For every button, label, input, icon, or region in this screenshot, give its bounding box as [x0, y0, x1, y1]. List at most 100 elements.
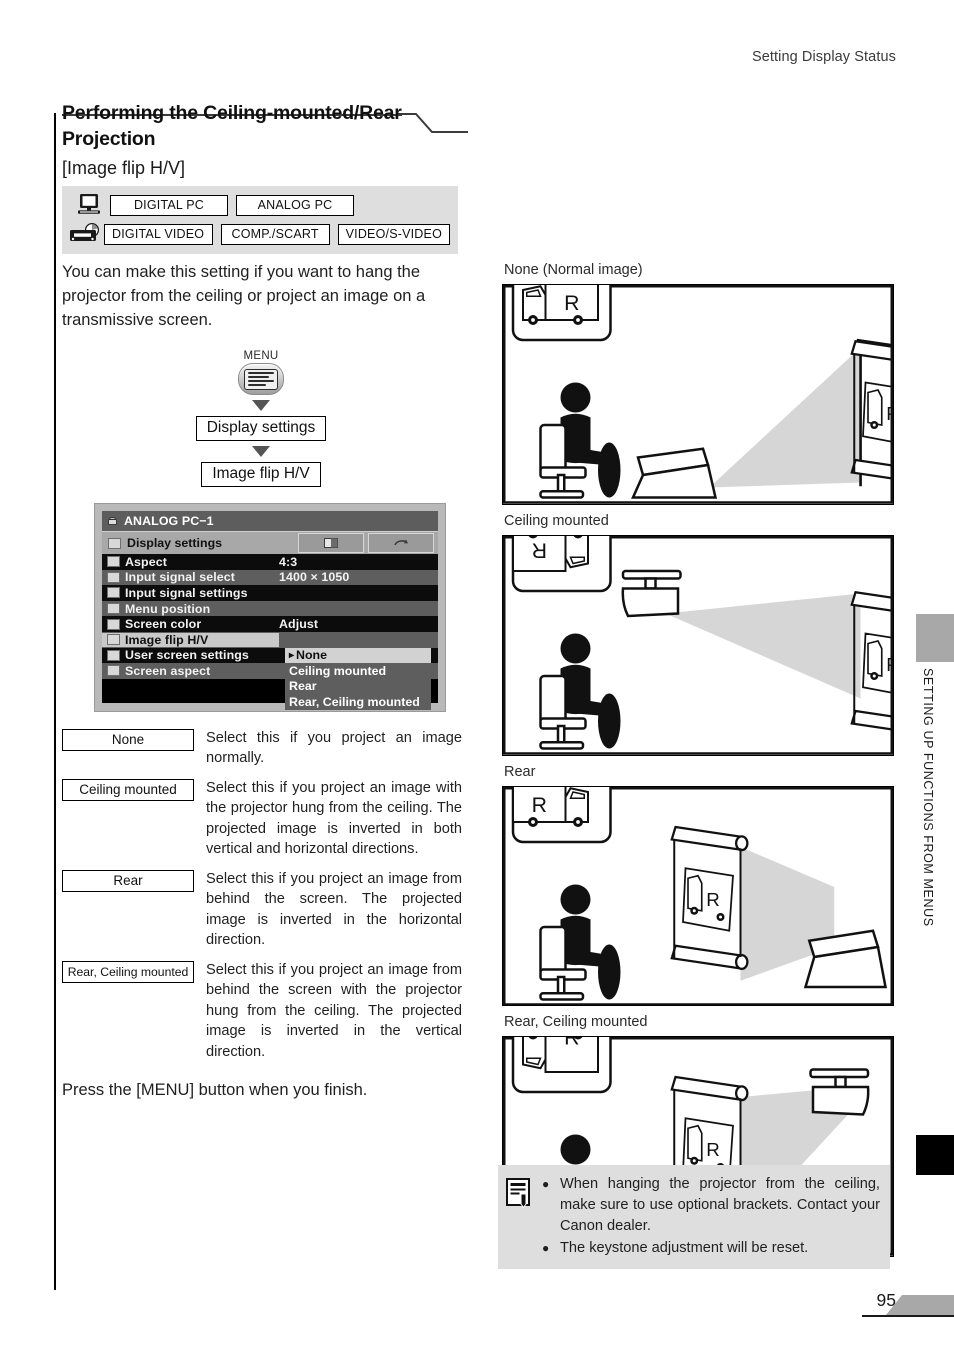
chapter-tab-label: SETTING UP FUNCTIONS FROM MENUS [921, 668, 935, 927]
osd-popup-item-label: None [296, 648, 328, 663]
source-image-thumbnail: R [511, 285, 612, 342]
osd-row-menu-position[interactable]: Menu position [102, 600, 438, 617]
thumbnail-letter: R [532, 538, 547, 562]
image-flip-icon [107, 634, 120, 646]
figure-frame: R R [502, 284, 894, 505]
left-column: Performing the Ceiling-mounted/Rear Proj… [62, 100, 462, 1102]
option-description-list: None Select this if you project an image… [62, 728, 462, 1063]
osd-screenshot: ANALOG PC−1 Display settings Aspect 4:3 … [94, 503, 446, 712]
input-badge-analog-pc: ANALOG PC [236, 194, 354, 216]
figure-illustration-rear: R R [503, 786, 893, 1006]
osd-popup-item-none[interactable]: ▸ None [285, 647, 431, 664]
osd-popup-item-label: Rear, Ceiling mounted [289, 695, 420, 710]
reset-icon [394, 539, 408, 546]
option-row-none: None Select this if you project an image… [62, 728, 462, 769]
image-adjust-icon [324, 538, 338, 548]
supported-inputs-row-video: DIGITAL VIDEO COMP./SCART VIDEO/S-VIDEO [62, 221, 458, 247]
display-settings-icon [108, 537, 121, 549]
figure-caption: Rear, Ceiling mounted [504, 1014, 648, 1031]
figure-caption: Ceiling mounted [504, 512, 609, 529]
note-list: ● When hanging the projector from the ce… [542, 1174, 880, 1259]
thumbnail-letter: R [532, 793, 547, 817]
osd-row-input-signal-select[interactable]: Input signal select 1400 × 1050 [102, 569, 438, 586]
projector-icon [108, 516, 117, 525]
figure-frame: R R [502, 534, 894, 756]
input-badge-digital-pc: DIGITAL PC [110, 194, 228, 216]
projected-image: R [862, 381, 893, 443]
osd-panel: ANALOG PC−1 Display settings Aspect 4:3 … [102, 511, 438, 710]
flow-arrow-1-icon [252, 400, 270, 411]
menu-button-label: MENU [243, 350, 279, 362]
osd-popup-item-rear-ceiling-mounted[interactable]: Rear, Ceiling mounted [285, 694, 431, 710]
input-badge-video-s-video: VIDEO/S-VIDEO [337, 223, 451, 245]
note-item-text: When hanging the projector from the ceil… [560, 1176, 880, 1234]
option-key: Rear, Ceiling mounted [62, 960, 194, 983]
note-box: ● When hanging the projector from the ce… [498, 1165, 890, 1269]
figure-rear: Rear R R [502, 764, 894, 1007]
option-text: Select this if you project an image with… [206, 779, 462, 858]
flow-arrow-2-icon [252, 446, 270, 457]
osd-tab-reset[interactable] [368, 533, 434, 553]
option-text: Select this if you project an image from… [206, 870, 462, 949]
option-row-ceiling-mounted: Ceiling mounted Select this if you proje… [62, 778, 462, 860]
thumbnail-letter: R [564, 291, 579, 315]
option-key: None [62, 728, 194, 751]
osd-row-screen-color[interactable]: Screen color Adjust [102, 616, 438, 632]
manual-page: Setting Display Status Performing the Ce… [0, 0, 954, 1352]
osd-section-label-wrap: Display settings [102, 536, 298, 550]
flow-step-display-settings: Display settings [195, 416, 327, 441]
video-deck-icon [68, 223, 104, 245]
note-memo-icon [506, 1174, 534, 1259]
supported-inputs-row-pc: DIGITAL PC ANALOG PC [62, 192, 458, 218]
menu-button-icon[interactable] [238, 363, 284, 395]
supported-inputs-strip: DIGITAL PC ANALOG PC DIGITAL VIDEO COMP.… [62, 186, 458, 254]
osd-row-value: 1400 × 1050 [279, 570, 350, 585]
osd-row-label: Aspect [125, 554, 167, 569]
page-title: Performing the Ceiling-mounted/Rear Proj… [62, 102, 402, 150]
table-projector [631, 447, 718, 499]
bullet-icon: ● [542, 1177, 550, 1191]
chapter-tab-black [916, 1135, 954, 1175]
source-image-thumbnail: R [511, 1037, 612, 1094]
note-item: ● When hanging the projector from the ce… [542, 1174, 880, 1237]
ceiling-mounted-projector [809, 1068, 870, 1117]
chapter-tab-gray [916, 614, 954, 662]
osd-popup-item-ceiling-mounted[interactable]: Ceiling mounted [285, 663, 431, 679]
osd-row-label: Menu position [125, 601, 211, 616]
figure-ceiling-mounted: Ceiling mounted R [502, 513, 894, 756]
selection-caret-icon: ▸ [289, 649, 295, 661]
osd-value-popup: ▸ None Ceiling mounted Rear Rear, Ceilin… [285, 647, 431, 710]
footer-rule [862, 1315, 954, 1317]
flow-step-image-flip: Image flip H/V [201, 462, 321, 487]
figure-none: None (Normal image) R [502, 262, 894, 505]
seated-viewer [539, 382, 621, 499]
input-badge-comp-scart: COMP./SCART [220, 223, 330, 245]
osd-row-image-flip[interactable]: Image flip H/V [102, 631, 438, 648]
option-key: Ceiling mounted [62, 778, 194, 801]
screen-aspect-icon [107, 665, 120, 677]
osd-row-label: Input signal settings [125, 585, 248, 600]
figure-illustration-none: R R [503, 285, 893, 504]
closing-instruction: Press the [MENU] button when you finish. [62, 1081, 368, 1100]
osd-tab-image-adjust[interactable] [298, 533, 364, 553]
source-image-thumbnail: R [511, 535, 612, 592]
screen-letter: R [706, 1139, 720, 1160]
osd-row-label: Screen color [125, 617, 202, 632]
source-image-thumbnail: R [511, 786, 612, 843]
osd-title-bar: ANALOG PC−1 [102, 511, 438, 531]
osd-row-aspect[interactable]: Aspect 4:3 [102, 554, 438, 570]
osd-popup-item-label: Rear [289, 679, 317, 694]
osd-section-label: Display settings [127, 536, 223, 550]
desktop-computer-icon [68, 193, 110, 217]
footer-wedge-decoration [886, 1295, 954, 1315]
seated-viewer [539, 884, 621, 1001]
osd-row-input-signal-settings[interactable]: Input signal settings [102, 585, 438, 601]
figure-caption: None (Normal image) [504, 262, 643, 278]
osd-row-label: Input signal select [125, 570, 235, 585]
figure-frame: R R [502, 785, 894, 1007]
osd-popup-item-rear[interactable]: Rear [285, 679, 431, 695]
figure-caption: Rear [504, 763, 536, 780]
ceiling-mounted-projector [621, 569, 682, 618]
note-item: ● The keystone adjustment will be reset. [542, 1238, 880, 1259]
option-text: Select this if you project an image from… [206, 961, 462, 1060]
